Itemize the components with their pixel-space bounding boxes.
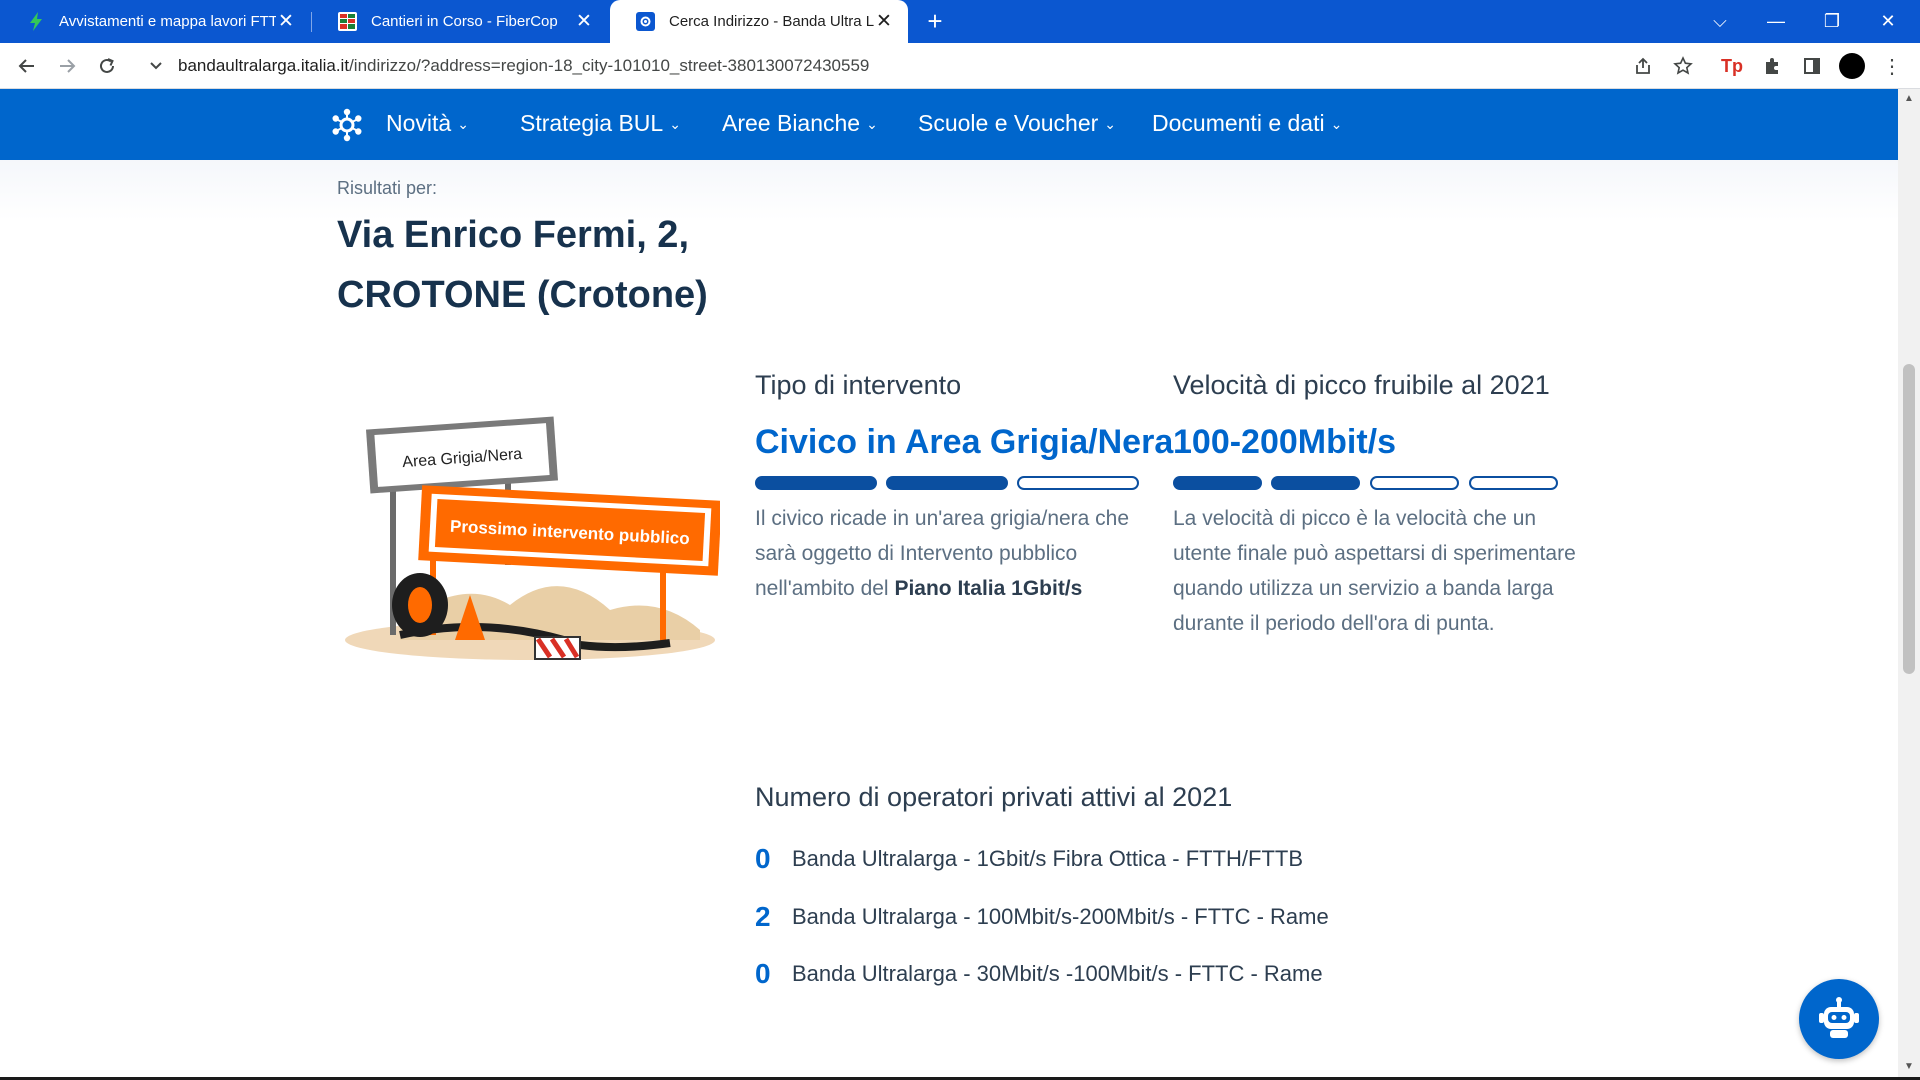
chevron-down-icon: ⌄ <box>1104 116 1117 132</box>
speed-description: La velocità di picco è la velocità che u… <box>1173 507 1576 635</box>
nav-label: Novità <box>386 110 452 136</box>
chevron-down-icon: ⌄ <box>1330 116 1343 132</box>
page-content: Risultati per: Via Enrico Fermi, 2, CROT… <box>0 160 1898 1077</box>
share-icon[interactable] <box>1629 52 1657 80</box>
nav-aree-bianche[interactable]: Aree Bianche ⌄ <box>722 110 878 137</box>
intervention-description: Il civico ricade in un'area grigia/nera … <box>755 501 1145 606</box>
tab-title: Avvistamenti e mappa lavori FTTH <box>59 13 276 30</box>
scroll-down-arrow-icon[interactable]: ▼ <box>1904 1061 1914 1072</box>
browser-tab-fibercop[interactable]: Cantieri in Corso - FiberCop ✕ <box>312 0 608 43</box>
close-tab-icon[interactable]: ✕ <box>276 11 296 32</box>
bolt-icon <box>26 12 45 31</box>
operator-count: 0 <box>755 958 771 989</box>
operator-count: 0 <box>755 843 771 874</box>
browser-menu-icon[interactable]: ⋮ <box>1878 52 1906 80</box>
url-host: bandaultralarga.italia.it <box>178 56 350 75</box>
chatbot-button[interactable] <box>1799 979 1879 1059</box>
browser-tab-cerca-indirizzo[interactable]: Cerca Indirizzo - Banda Ultra Larga ✕ <box>610 0 908 43</box>
browser-tab-strip: Avvistamenti e mappa lavori FTTH ✕ Canti… <box>0 0 1920 43</box>
new-tab-icon[interactable]: + <box>920 6 950 36</box>
site-gear-icon <box>636 12 655 31</box>
construction-illustration: Area Grigia/Nera Prossimo intervento pub… <box>345 416 720 660</box>
intervention-heading: Tipo di intervento <box>755 370 962 400</box>
scrollbar-thumb[interactable] <box>1903 364 1915 674</box>
nav-label: Strategia BUL <box>520 110 664 136</box>
close-tab-icon[interactable]: ✕ <box>874 11 894 32</box>
operator-label: Banda Ultralarga - 1Gbit/s Fibra Ottica … <box>792 846 1304 871</box>
address-bar[interactable]: bandaultralarga.italia.it/indirizzo/?add… <box>138 48 1678 84</box>
nav-label: Documenti e dati <box>1152 110 1325 136</box>
chevron-down-icon: ⌄ <box>669 116 681 132</box>
operators-heading: Numero di operatori privati attivi al 20… <box>755 782 1233 812</box>
reload-icon[interactable] <box>91 50 123 82</box>
operator-label: Banda Ultralarga - 30Mbit/s -100Mbit/s -… <box>792 961 1323 986</box>
site-info-chevron-icon[interactable] <box>148 57 164 78</box>
minimize-icon[interactable]: — <box>1748 0 1804 43</box>
close-window-icon[interactable]: ✕ <box>1860 0 1916 43</box>
operator-row-ftth: 0 Banda Ultralarga - 1Gbit/s Fibra Ottic… <box>755 842 1303 876</box>
grid-icon <box>338 12 357 31</box>
speed-heading: Velocità di picco fruibile al 2021 <box>1173 370 1550 400</box>
tab-search-chevron-icon[interactable]: ⌵ <box>1692 0 1748 43</box>
results-for-label: Risultati per: <box>337 178 438 198</box>
site-navbar: Novità ⌄ Strategia BUL ⌄ Aree Bianche ⌄ Scu… <box>0 89 1898 160</box>
nav-documenti-dati[interactable]: Documenti e dati ⌄ <box>1152 110 1342 137</box>
page-scrollbar[interactable]: ▲ ▼ <box>1898 89 1920 1077</box>
chevron-down-icon: ⌄ <box>866 116 878 132</box>
tab-title: Cantieri in Corso - FiberCop <box>371 13 558 30</box>
operator-row-fttc-100-200: 2 Banda Ultralarga - 100Mbit/s-200Mbit/s… <box>755 900 1329 934</box>
back-arrow-icon[interactable] <box>11 50 43 82</box>
nav-label: Scuole e Voucher <box>918 110 1099 136</box>
nav-label: Aree Bianche <box>722 110 861 136</box>
extensions-puzzle-icon[interactable] <box>1758 52 1786 80</box>
level-bar-filled <box>1271 476 1360 490</box>
tab-title: Cerca Indirizzo - Banda Ultra Larga <box>669 13 874 30</box>
browser-toolbar: bandaultralarga.italia.it/indirizzo/?add… <box>0 43 1920 89</box>
browser-tab-ftth[interactable]: Avvistamenti e mappa lavori FTTH ✕ <box>0 0 310 43</box>
restore-icon[interactable]: ❐ <box>1804 0 1860 43</box>
tp-extension-icon[interactable]: Tp <box>1718 52 1746 80</box>
side-panel-icon[interactable] <box>1798 52 1826 80</box>
level-bar-filled <box>755 476 877 490</box>
level-bar-empty <box>1469 476 1558 490</box>
operator-label: Banda Ultralarga - 100Mbit/s-200Mbit/s -… <box>792 904 1329 929</box>
address-line-street: Via Enrico Fermi, 2, <box>337 214 690 256</box>
level-bar-filled <box>1173 476 1262 490</box>
address-title: Via Enrico Fermi, 2, CROTONE (Crotone) <box>337 205 837 325</box>
nav-scuole-voucher[interactable]: Scuole e Voucher ⌄ <box>918 110 1116 137</box>
intervention-level-bars <box>755 476 1141 492</box>
address-line-city: CROTONE (Crotone) <box>337 274 708 316</box>
piano-italia-bold: Piano Italia 1Gbit/s <box>894 577 1083 600</box>
speed-value: 100-200Mbit/s <box>1173 423 1396 461</box>
level-bar-empty <box>1370 476 1459 490</box>
robot-icon <box>1819 997 1859 1038</box>
url-text: bandaultralarga.italia.it/indirizzo/?add… <box>178 56 869 76</box>
operator-row-fttc-30-100: 0 Banda Ultralarga - 30Mbit/s -100Mbit/s… <box>755 957 1323 991</box>
intervention-value: Civico in Area Grigia/Nera <box>755 423 1174 461</box>
url-path: /indirizzo/?address=region-18_city-10101… <box>349 56 870 75</box>
operator-count: 2 <box>755 901 771 932</box>
level-bar-filled <box>886 476 1008 490</box>
profile-avatar[interactable] <box>1838 52 1866 80</box>
chevron-down-icon: ⌄ <box>457 116 469 132</box>
bul-logo-icon[interactable] <box>330 108 364 142</box>
nav-novita[interactable]: Novità ⌄ <box>386 110 469 137</box>
nav-strategia-bul[interactable]: Strategia BUL ⌄ <box>520 110 681 137</box>
bookmark-star-icon[interactable] <box>1669 52 1697 80</box>
nav-shadow <box>0 160 1898 220</box>
scroll-up-arrow-icon[interactable]: ▲ <box>1904 93 1914 104</box>
level-bar-empty <box>1017 476 1139 490</box>
close-tab-icon[interactable]: ✕ <box>574 11 594 32</box>
speed-level-bars <box>1173 476 1559 492</box>
forward-arrow-icon[interactable] <box>51 50 83 82</box>
